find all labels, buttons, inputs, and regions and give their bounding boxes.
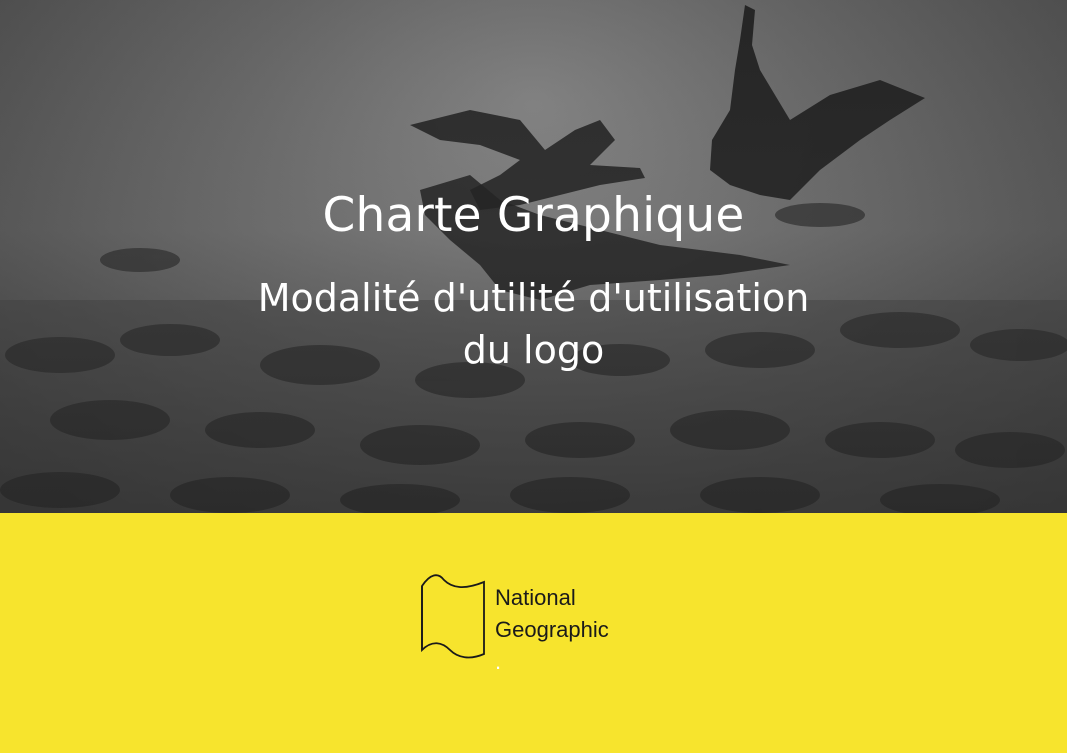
subtitle-line-2: du logo	[462, 328, 605, 372]
page-subtitle: Modalité d'utilité d'utilisation du logo	[0, 272, 1067, 376]
cover-page: Charte Graphique Modalité d'utilité d'ut…	[0, 0, 1067, 753]
brand-name: National Geographic.	[495, 582, 609, 678]
brand-logo: National Geographic.	[420, 572, 680, 674]
brand-name-line-1: National	[495, 585, 576, 610]
brand-name-line-2: Geographic.	[495, 614, 609, 678]
flag-outline-icon	[421, 574, 485, 659]
hero-overlay	[0, 0, 1067, 513]
page-title: Charte Graphique	[322, 188, 745, 243]
subtitle-line-1: Modalité d'utilité d'utilisation	[257, 276, 810, 320]
brand-dot: .	[495, 649, 502, 674]
brand-name-geographic: Geographic	[495, 617, 609, 642]
hero-photo	[0, 0, 1067, 513]
